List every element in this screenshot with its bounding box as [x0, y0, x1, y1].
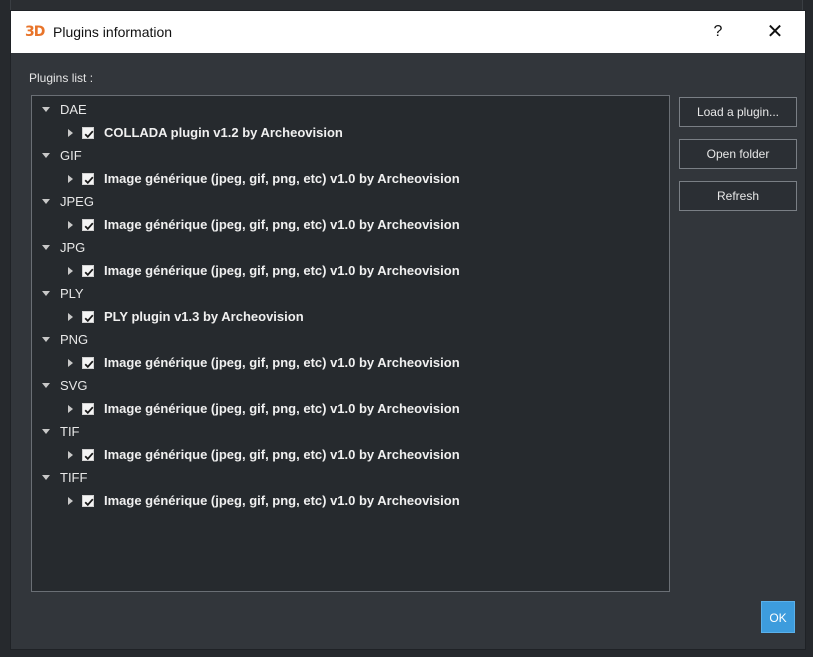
plugin-row[interactable]: COLLADA plugin v1.2 by Archeovision	[32, 121, 669, 144]
plugin-checkbox[interactable]	[82, 356, 94, 369]
plugin-label: Image générique (jpeg, gif, png, etc) v1…	[104, 217, 460, 232]
checkbox-checked-icon	[84, 314, 94, 322]
caret-right-icon[interactable]	[68, 220, 73, 229]
tree-group-gif: GIF Image générique (jpeg, gif, png, etc)…	[32, 144, 669, 190]
checkbox-checked-icon	[84, 222, 94, 230]
tree-group-row[interactable]: PLY	[32, 282, 669, 305]
plugin-row[interactable]: Image générique (jpeg, gif, png, etc) v1…	[32, 351, 669, 374]
tree-group-jpg: JPG Image générique (jpeg, gif, png, etc)…	[32, 236, 669, 282]
plugin-row[interactable]: Image générique (jpeg, gif, png, etc) v1…	[32, 489, 669, 512]
plugins-tree[interactable]: DAE COLLADA plugin v1.2 by Archeovision GI…	[31, 95, 670, 592]
refresh-button[interactable]: Refresh	[679, 181, 797, 211]
tree-group-dae: DAE COLLADA plugin v1.2 by Archeovision	[32, 98, 669, 144]
caret-down-icon[interactable]	[42, 383, 50, 388]
open-folder-button[interactable]: Open folder	[679, 139, 797, 169]
ok-button[interactable]: OK	[761, 601, 795, 633]
extension-label: PLY	[60, 286, 84, 301]
plugin-checkbox[interactable]	[82, 402, 94, 415]
caret-down-icon[interactable]	[42, 107, 50, 112]
extension-label: DAE	[60, 102, 87, 117]
tree-group-row[interactable]: GIF	[32, 144, 669, 167]
caret-down-icon[interactable]	[42, 337, 50, 342]
extension-label: SVG	[60, 378, 88, 393]
extension-label: JPG	[60, 240, 86, 255]
plugin-label: Image générique (jpeg, gif, png, etc) v1…	[104, 263, 460, 278]
caret-right-icon[interactable]	[68, 358, 73, 367]
load-plugin-button[interactable]: Load a plugin...	[679, 97, 797, 127]
plugins-dialog: 3D Plugins information ? ✕ Plugins list …	[10, 10, 806, 650]
caret-right-icon[interactable]	[68, 266, 73, 275]
tree-group-row[interactable]: JPEG	[32, 190, 669, 213]
extension-label: PNG	[60, 332, 89, 347]
caret-down-icon[interactable]	[42, 153, 50, 158]
caret-down-icon[interactable]	[42, 245, 50, 250]
tree-group-row[interactable]: SVG	[32, 374, 669, 397]
close-button[interactable]: ✕	[759, 17, 791, 47]
caret-down-icon[interactable]	[42, 429, 50, 434]
plugin-label: COLLADA plugin v1.2 by Archeovision	[104, 125, 343, 140]
extension-label: GIF	[60, 148, 82, 163]
extension-label: TIFF	[60, 470, 88, 485]
plugin-row[interactable]: Image générique (jpeg, gif, png, etc) v1…	[32, 213, 669, 236]
tree-group-row[interactable]: TIF	[32, 420, 669, 443]
plugin-checkbox[interactable]	[82, 172, 94, 185]
tree-group-jpeg: JPEG Image générique (jpeg, gif, png, etc…	[32, 190, 669, 236]
plugin-label: Image générique (jpeg, gif, png, etc) v1…	[104, 447, 460, 462]
checkbox-checked-icon	[84, 360, 94, 368]
checkbox-checked-icon	[84, 268, 94, 276]
tree-group-png: PNG Image générique (jpeg, gif, png, etc)…	[32, 328, 669, 374]
tree-group-row[interactable]: PNG	[32, 328, 669, 351]
background-app-bottom	[0, 649, 813, 657]
plugin-row[interactable]: Image générique (jpeg, gif, png, etc) v1…	[32, 167, 669, 190]
caret-right-icon[interactable]	[68, 450, 73, 459]
caret-down-icon[interactable]	[42, 199, 50, 204]
caret-right-icon[interactable]	[68, 174, 73, 183]
tree-group-ply: PLY PLY plugin v1.3 by Archeovision	[32, 282, 669, 328]
app-logo-icon: 3D	[25, 24, 45, 40]
plugin-row[interactable]: PLY plugin v1.3 by Archeovision	[32, 305, 669, 328]
plugin-checkbox[interactable]	[82, 448, 94, 461]
caret-right-icon[interactable]	[68, 404, 73, 413]
checkbox-checked-icon	[84, 452, 94, 460]
help-button[interactable]: ?	[703, 19, 733, 45]
plugin-label: Image générique (jpeg, gif, png, etc) v1…	[104, 171, 460, 186]
checkbox-checked-icon	[84, 406, 94, 414]
checkbox-checked-icon	[84, 176, 94, 184]
plugin-label: Image générique (jpeg, gif, png, etc) v1…	[104, 355, 460, 370]
plugin-label: Image générique (jpeg, gif, png, etc) v1…	[104, 493, 460, 508]
plugin-checkbox[interactable]	[82, 126, 94, 139]
extension-label: JPEG	[60, 194, 94, 209]
caret-right-icon[interactable]	[68, 128, 73, 137]
plugin-row[interactable]: Image générique (jpeg, gif, png, etc) v1…	[32, 259, 669, 282]
tree-group-svg: SVG Image générique (jpeg, gif, png, etc)…	[32, 374, 669, 420]
checkbox-checked-icon	[84, 498, 94, 506]
tree-group-tiff: TIFF Image générique (jpeg, gif, png, etc…	[32, 466, 669, 512]
caret-down-icon[interactable]	[42, 475, 50, 480]
plugin-label: Image générique (jpeg, gif, png, etc) v1…	[104, 401, 460, 416]
extension-label: TIF	[60, 424, 80, 439]
tree-group-row[interactable]: TIFF	[32, 466, 669, 489]
tree-group-tif: TIF Image générique (jpeg, gif, png, etc)…	[32, 420, 669, 466]
checkbox-checked-icon	[84, 130, 94, 138]
tree-group-row[interactable]: DAE	[32, 98, 669, 121]
caret-right-icon[interactable]	[68, 312, 73, 321]
plugin-row[interactable]: Image générique (jpeg, gif, png, etc) v1…	[32, 397, 669, 420]
plugin-checkbox[interactable]	[82, 264, 94, 277]
caret-right-icon[interactable]	[68, 496, 73, 505]
plugin-label: PLY plugin v1.3 by Archeovision	[104, 309, 304, 324]
window-title: Plugins information	[53, 24, 173, 40]
plugin-row[interactable]: Image générique (jpeg, gif, png, etc) v1…	[32, 443, 669, 466]
plugin-checkbox[interactable]	[82, 494, 94, 507]
plugin-checkbox[interactable]	[82, 310, 94, 323]
title-bar[interactable]: 3D Plugins information ? ✕	[11, 11, 805, 53]
tree-group-row[interactable]: JPG	[32, 236, 669, 259]
plugin-checkbox[interactable]	[82, 218, 94, 231]
plugins-list-label: Plugins list :	[29, 71, 94, 85]
caret-down-icon[interactable]	[42, 291, 50, 296]
